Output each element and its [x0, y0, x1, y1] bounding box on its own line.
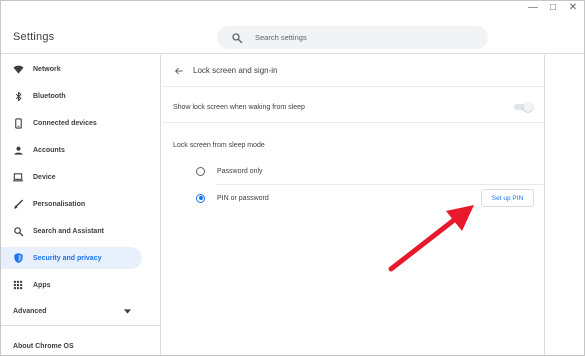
advanced-section-toggle[interactable]: Advanced — [13, 304, 131, 318]
sidebar-item-personalisation[interactable]: Personalisation — [1, 193, 142, 215]
radio-button[interactable] — [196, 193, 205, 203]
search-input[interactable] — [255, 33, 455, 42]
page-title: Lock screen and sign-in — [193, 66, 278, 75]
search-box[interactable] — [217, 26, 488, 49]
radio-label: Password only — [217, 167, 263, 175]
window-controls: — □ ✕ — [528, 3, 578, 13]
sidebar-divider — [1, 325, 161, 326]
shield-icon — [11, 251, 25, 265]
about-chrome-os-link[interactable]: About Chrome OS — [13, 335, 74, 353]
sidebar-item-label: Apps — [33, 281, 51, 289]
wifi-icon — [11, 62, 25, 76]
laptop-icon — [11, 170, 25, 184]
sidebar-item-label: Network — [33, 65, 61, 73]
search-icon — [232, 32, 243, 43]
about-label: About Chrome OS — [13, 343, 74, 350]
phone-icon — [11, 116, 25, 130]
sidebar-item-connected-devices[interactable]: Connected devices — [1, 112, 142, 134]
sidebar-item-label: Accounts — [33, 146, 65, 154]
radio-password-only[interactable]: Password only — [162, 164, 544, 178]
sidebar-item-label: Search and Assistant — [33, 227, 104, 235]
sidebar-item-security-and-privacy[interactable]: Security and privacy — [1, 247, 142, 269]
toggle-knob — [523, 102, 533, 112]
sleep-mode-heading: Lock screen from sleep mode — [173, 141, 265, 149]
section-divider — [162, 122, 544, 123]
bluetooth-icon — [11, 89, 25, 103]
sidebar-item-apps[interactable]: Apps — [1, 274, 142, 296]
close-icon[interactable]: ✕ — [568, 3, 578, 13]
content-right-border — [544, 55, 545, 355]
sidebar-item-label: Bluetooth — [33, 92, 66, 100]
person-icon — [11, 143, 25, 157]
sidebar: Network Bluetooth Connected devices Acco… — [1, 55, 161, 355]
sidebar-item-bluetooth[interactable]: Bluetooth — [1, 85, 142, 107]
radio-divider — [216, 184, 544, 185]
red-annotation-arrow — [388, 205, 474, 272]
radio-label: PIN or password — [217, 194, 269, 202]
sidebar-item-label: Personalisation — [33, 200, 86, 208]
advanced-label: Advanced — [13, 307, 47, 315]
sidebar-item-accounts[interactable]: Accounts — [1, 139, 142, 161]
show-lock-screen-toggle[interactable] — [514, 102, 533, 112]
maximize-icon[interactable]: □ — [548, 3, 558, 13]
minimize-icon[interactable]: — — [528, 3, 538, 13]
settings-window: — □ ✕ Settings Network Bluetooth Connect… — [0, 0, 585, 356]
search-icon — [11, 224, 25, 238]
sidebar-item-search-and-assistant[interactable]: Search and Assistant — [1, 220, 142, 242]
apps-grid-icon — [11, 278, 25, 292]
sidebar-item-label: Security and privacy — [33, 254, 102, 262]
sidebar-item-label: Device — [33, 173, 56, 181]
back-arrow-icon[interactable] — [172, 64, 186, 78]
set-up-pin-button[interactable]: Set up PIN — [481, 189, 534, 207]
show-lock-screen-label: Show lock screen when waking from sleep — [173, 103, 305, 111]
header: — □ ✕ Settings — [1, 1, 584, 54]
sleep-mode-heading-row: Lock screen from sleep mode — [162, 139, 544, 151]
page-header: Lock screen and sign-in — [162, 55, 544, 87]
show-lock-screen-row[interactable]: Show lock screen when waking from sleep — [162, 96, 544, 118]
brush-icon — [11, 197, 25, 211]
sidebar-item-network[interactable]: Network — [1, 58, 142, 80]
sidebar-item-label: Connected devices — [33, 119, 97, 127]
radio-button[interactable] — [196, 166, 205, 176]
app-title: Settings — [13, 31, 55, 43]
sidebar-item-device[interactable]: Device — [1, 166, 142, 188]
caret-down-icon — [124, 308, 131, 314]
